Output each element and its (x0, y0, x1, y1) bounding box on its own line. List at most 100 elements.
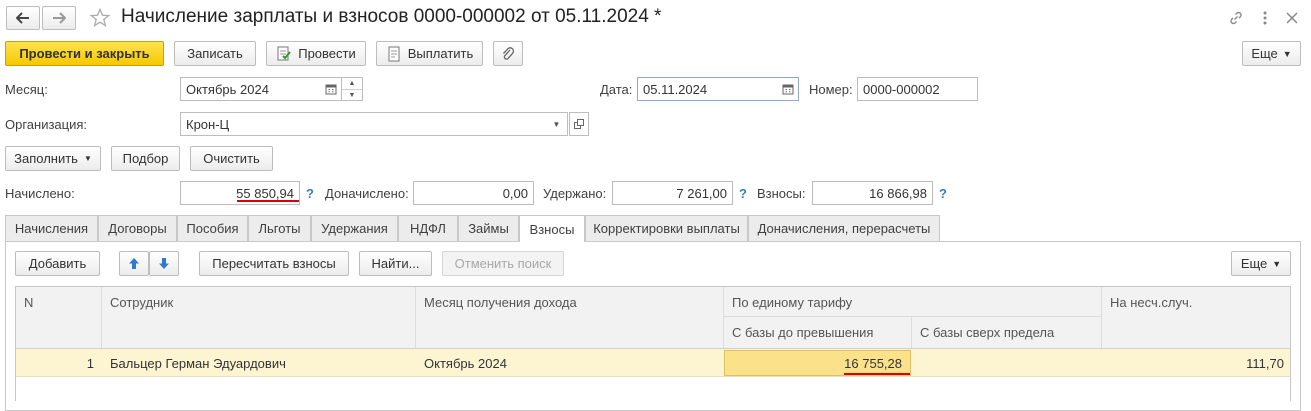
withheld-label: Удержано: (543, 186, 607, 201)
row-accident[interactable]: 111,70 (1102, 349, 1290, 377)
paperclip-icon (503, 46, 515, 60)
find-button[interactable]: Найти... (359, 251, 432, 276)
move-up-button[interactable] (119, 251, 149, 276)
clear-button[interactable]: Очистить (190, 146, 273, 171)
organization-dropdown-button[interactable]: ▼ (546, 112, 567, 136)
withheld-field[interactable]: 7 261,00 (612, 181, 733, 205)
month-spin-control[interactable]: ▲ ▼ (342, 77, 363, 101)
move-down-button[interactable] (149, 251, 179, 276)
organization-value: Крон-Ц (186, 116, 230, 132)
open-window-icon (574, 119, 584, 129)
tab-accruals[interactable]: Начисления (5, 215, 98, 241)
accrued-highlight-underline (237, 200, 299, 202)
row-employee[interactable]: Бальцер Герман Эдуардович (102, 349, 416, 377)
pay-button[interactable]: Выплатить (376, 41, 483, 66)
column-header-income-month[interactable]: Месяц получения дохода (416, 287, 724, 348)
number-label: Номер: (809, 82, 853, 97)
row-income-month[interactable]: Октябрь 2024 (416, 349, 724, 377)
column-header-n[interactable]: N (16, 287, 102, 348)
number-value: 0000-000002 (863, 81, 940, 97)
dropdown-arrow-icon: ▼ (1282, 48, 1292, 59)
withheld-value: 7 261,00 (676, 185, 727, 201)
dropdown-arrow-icon: ▼ (552, 119, 561, 129)
dropdown-arrow-icon: ▼ (83, 154, 92, 163)
arrow-left-icon (16, 12, 29, 24)
date-field[interactable]: 05.11.2024 (637, 77, 799, 101)
tab-contracts[interactable]: Договоры (98, 215, 177, 241)
column-header-employee[interactable]: Сотрудник (102, 287, 416, 348)
contributions-help-icon[interactable]: ? (939, 186, 947, 201)
recalculate-contributions-button[interactable]: Пересчитать взносы (199, 251, 349, 276)
column-header-accident[interactable]: На несч.случ. (1102, 287, 1290, 348)
link-icon[interactable] (1226, 8, 1246, 28)
dropdown-arrow-icon: ▼ (1272, 258, 1282, 269)
accrued-help-icon[interactable]: ? (306, 186, 314, 201)
calendar-icon (325, 84, 336, 95)
more-button[interactable]: Еще ▼ (1242, 41, 1301, 66)
spin-up-icon[interactable]: ▲ (342, 78, 362, 90)
tab-loans[interactable]: Займы (458, 215, 519, 241)
table-more-button[interactable]: Еще ▼ (1231, 251, 1291, 276)
post-button[interactable]: Провести (266, 41, 366, 66)
contributions-value: 16 866,98 (869, 185, 927, 201)
base-under-limit-highlight-underline (844, 373, 910, 375)
tab-extra-accruals-recalcs[interactable]: Доначисления, перерасчеты (748, 215, 940, 241)
forward-button[interactable] (42, 6, 76, 30)
pay-button-label: Выплатить (407, 46, 474, 61)
fill-button-label: Заполнить (14, 151, 78, 166)
select-button[interactable]: Подбор (111, 146, 180, 171)
organization-open-button[interactable] (569, 112, 589, 136)
extra-accrued-value: 0,00 (502, 185, 528, 201)
cancel-search-button[interactable]: Отменить поиск (442, 251, 564, 276)
post-button-label: Провести (298, 46, 356, 61)
date-calendar-button[interactable] (777, 77, 798, 101)
arrow-right-icon (53, 12, 66, 24)
extra-accrued-field[interactable]: 0,00 (413, 181, 534, 205)
tab-contributions[interactable]: Взносы (519, 215, 585, 242)
table-row[interactable]: 1 Бальцер Герман Эдуардович Октябрь 2024… (16, 349, 1290, 377)
tab-ndfl[interactable]: НДФЛ (398, 215, 458, 241)
withheld-help-icon[interactable]: ? (739, 186, 747, 201)
favorite-star-icon[interactable] (88, 6, 112, 30)
month-calendar-button[interactable] (320, 77, 341, 101)
close-icon[interactable] (1282, 8, 1302, 28)
save-button[interactable]: Записать (174, 41, 256, 66)
column-header-single-rate[interactable]: По единому тарифу (724, 287, 1102, 317)
date-value: 05.11.2024 (643, 81, 708, 97)
spin-down-icon[interactable]: ▼ (342, 90, 362, 101)
contributions-label: Взносы: (757, 186, 806, 201)
arrow-down-icon (159, 258, 169, 269)
tab-deductions[interactable]: Удержания (311, 215, 398, 241)
contributions-field[interactable]: 16 866,98 (812, 181, 933, 205)
organization-field[interactable]: Крон-Ц (180, 112, 568, 136)
month-field[interactable]: Октябрь 2024 (180, 77, 342, 101)
tab-privileges[interactable]: Льготы (248, 215, 311, 241)
accrued-value: 55 850,94 (236, 185, 294, 201)
add-row-button[interactable]: Добавить (15, 251, 100, 276)
calendar-icon (782, 84, 793, 95)
arrow-up-icon (129, 258, 139, 269)
post-document-icon (277, 46, 292, 60)
row-number: 1 (86, 355, 94, 371)
post-and-close-button[interactable]: Провести и закрыть (5, 41, 164, 66)
date-label: Дата: (600, 82, 633, 97)
payment-document-icon (388, 46, 400, 61)
more-button-label: Еще (1251, 46, 1278, 61)
row-base-over-limit[interactable] (912, 349, 1102, 377)
tab-payment-corrections[interactable]: Корректировки выплаты (585, 215, 748, 241)
menu-dots-icon[interactable] (1257, 8, 1273, 28)
back-button[interactable] (6, 6, 40, 30)
table-more-label: Еще (1240, 256, 1268, 271)
month-value: Октябрь 2024 (186, 81, 269, 97)
number-field[interactable]: 0000-000002 (857, 77, 978, 101)
accrued-label: Начислено: (5, 186, 75, 201)
attach-button[interactable] (493, 41, 523, 66)
table-header: N Сотрудник Месяц получения дохода По ед… (16, 287, 1290, 349)
column-header-base-under-limit[interactable]: С базы до превышения (724, 317, 912, 348)
window-title: Начисление зарплаты и взносов 0000-00000… (121, 6, 662, 27)
column-header-base-over-limit[interactable]: С базы сверх предела (912, 317, 1102, 348)
fill-button[interactable]: Заполнить ▼ (5, 146, 101, 171)
month-label: Месяц: (5, 82, 48, 97)
tab-benefits[interactable]: Пособия (177, 215, 248, 241)
extra-accrued-label: Доначислено: (325, 186, 409, 201)
